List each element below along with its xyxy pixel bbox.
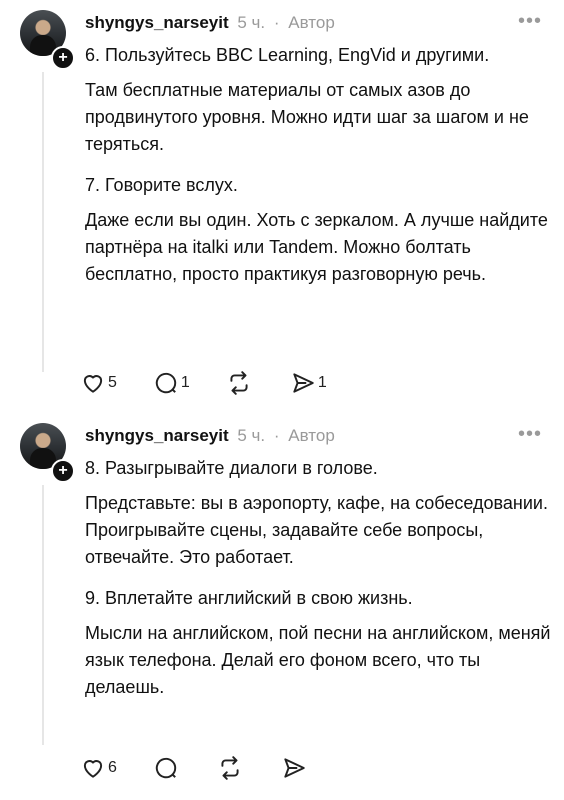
follow-plus-icon[interactable]: + <box>51 459 75 483</box>
timestamp: 5 ч. <box>237 426 266 445</box>
more-horizontal-icon[interactable]: ••• <box>518 10 542 33</box>
share-icon <box>284 758 305 778</box>
post-2: + shyngys_narseyit 5 ч. · Автор ••• 8. Р… <box>0 413 564 800</box>
repost-icon <box>221 756 239 780</box>
timestamp: 5 ч. <box>237 13 266 32</box>
username[interactable]: shyngys_narseyit <box>85 13 229 32</box>
share-button[interactable] <box>281 755 309 781</box>
share-icon <box>293 373 314 393</box>
like-button[interactable]: 5 <box>80 370 117 396</box>
paragraph: Даже если вы один. Хоть с зеркалом. А лу… <box>85 210 548 284</box>
thread-line <box>42 485 44 745</box>
paragraph: 6. Пользуйтесь BBC Learning, EngVid и др… <box>85 45 490 65</box>
username[interactable]: shyngys_narseyit <box>85 426 229 445</box>
paragraph: Представьте: вы в аэропорту, кафе, на со… <box>85 493 548 567</box>
post-actions: 6 <box>80 753 345 783</box>
thread-line <box>42 72 44 372</box>
share-button[interactable]: 1 <box>290 370 327 396</box>
separator: · <box>273 13 280 32</box>
heart-icon <box>83 375 103 393</box>
share-count: 1 <box>317 374 327 391</box>
like-count: 6 <box>108 759 117 776</box>
paragraph: 7. Говорите вслух. <box>85 175 238 195</box>
post-header: shyngys_narseyit 5 ч. · Автор <box>85 12 335 34</box>
post-body: 6. Пользуйтесь BBC Learning, EngVid и др… <box>85 42 555 296</box>
comment-icon <box>155 372 177 394</box>
repost-icon <box>230 371 248 395</box>
reply-button[interactable]: 1 <box>153 370 190 396</box>
author-badge: Автор <box>288 13 335 32</box>
like-button[interactable]: 6 <box>80 755 117 781</box>
post-actions: 5 1 1 <box>80 368 363 398</box>
separator: · <box>273 426 280 445</box>
reply-count: 1 <box>180 374 190 391</box>
author-badge: Автор <box>288 426 335 445</box>
follow-plus-icon[interactable]: + <box>51 46 75 70</box>
like-count: 5 <box>108 374 117 391</box>
post-body: 8. Разыгрывайте диалоги в голове. Предст… <box>85 455 555 709</box>
repost-button[interactable] <box>226 370 254 396</box>
post-header: shyngys_narseyit 5 ч. · Автор <box>85 425 335 447</box>
paragraph: Там бесплатные материалы от самых азов д… <box>85 80 529 154</box>
post-1: + shyngys_narseyit 5 ч. · Автор ••• 6. П… <box>0 0 564 410</box>
reply-button[interactable] <box>153 755 181 781</box>
paragraph: 8. Разыгрывайте диалоги в голове. <box>85 458 378 478</box>
comment-icon <box>155 757 177 779</box>
more-horizontal-icon[interactable]: ••• <box>518 423 542 446</box>
repost-button[interactable] <box>217 755 245 781</box>
heart-icon <box>83 760 103 778</box>
paragraph: 9. Вплетайте английский в свою жизнь. <box>85 588 413 608</box>
paragraph: Мысли на английском, пой песни на англий… <box>85 623 551 697</box>
